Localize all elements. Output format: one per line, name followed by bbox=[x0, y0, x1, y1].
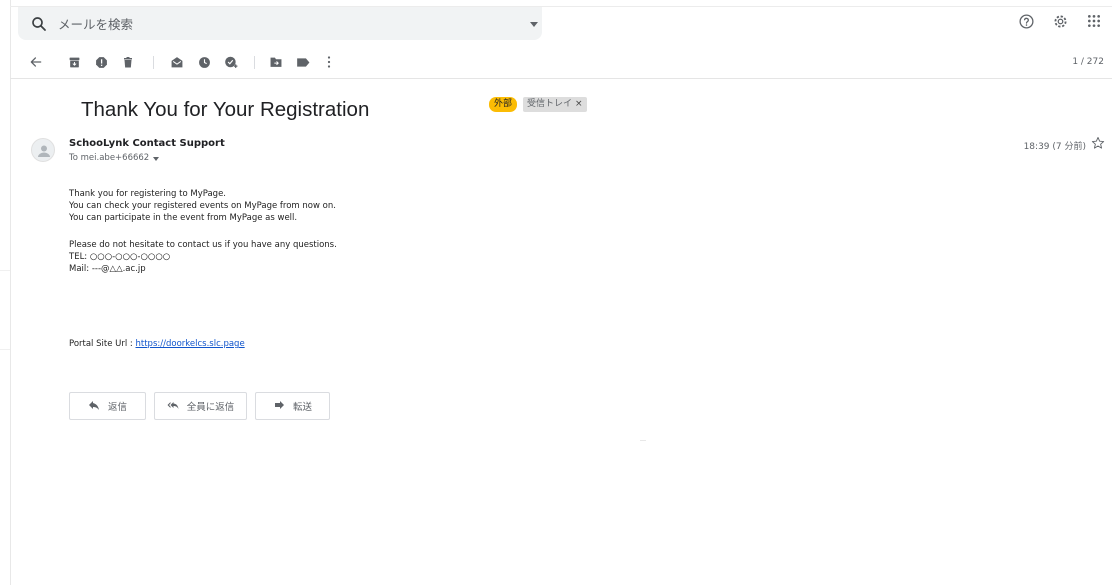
forward-icon bbox=[274, 401, 284, 409]
search-input[interactable] bbox=[58, 13, 498, 35]
archive-icon[interactable] bbox=[66, 54, 82, 70]
sender-name[interactable]: SchooLynk Contact Support bbox=[69, 138, 225, 149]
body-line: You can participate in the event from My… bbox=[69, 213, 298, 223]
remove-label-icon[interactable]: × bbox=[575, 97, 583, 112]
reply-all-button-label: 全員に返信 bbox=[186, 402, 235, 413]
inbox-label-chip[interactable]: 受信トレイ × bbox=[523, 97, 587, 112]
back-arrow-icon[interactable] bbox=[28, 54, 44, 70]
report-spam-icon[interactable] bbox=[93, 54, 109, 70]
star-icon[interactable] bbox=[1091, 136, 1105, 150]
margin-tick bbox=[0, 270, 10, 271]
reply-all-button[interactable]: 全員に返信 bbox=[154, 392, 247, 420]
email-timestamp: 18:39 (7 分前) bbox=[1023, 142, 1086, 152]
mark-unread-icon[interactable] bbox=[169, 54, 185, 70]
apps-grid-icon[interactable] bbox=[1084, 11, 1104, 31]
top-right-icons bbox=[1016, 11, 1104, 31]
search-bar[interactable] bbox=[18, 7, 542, 40]
reply-button[interactable]: 返信 bbox=[69, 392, 146, 420]
chevron-down-icon[interactable] bbox=[153, 156, 160, 161]
toolbar-divider bbox=[153, 56, 154, 69]
body-line: Thank you for registering to MyPage. bbox=[69, 189, 227, 199]
move-to-folder-icon[interactable] bbox=[268, 54, 284, 70]
external-label-badge[interactable]: 外部 bbox=[489, 97, 518, 112]
toolbar-divider bbox=[254, 56, 255, 69]
body-tel: TEL: ○○○-○○○-○○○○ bbox=[69, 252, 171, 262]
forward-button[interactable]: 転送 bbox=[255, 392, 330, 420]
body-line: Please do not hesitate to contact us if … bbox=[69, 240, 337, 250]
pagination-counter: 1 / 272 bbox=[1072, 57, 1104, 67]
search-options-chevron-icon[interactable] bbox=[530, 22, 538, 27]
email-subject: Thank You for Your Registration bbox=[81, 98, 370, 121]
trash-icon[interactable] bbox=[120, 54, 136, 70]
body-mail: Mail: ---@△△.ac.jp bbox=[69, 264, 146, 274]
message-toolbar: 1 / 272 bbox=[10, 46, 1112, 79]
reply-all-icon bbox=[167, 402, 179, 409]
help-icon[interactable] bbox=[1016, 11, 1036, 31]
portal-site-link[interactable]: https://doorkelcs.slc.page bbox=[136, 339, 245, 349]
window-left-edge bbox=[10, 0, 11, 585]
inbox-label-text: 受信トレイ bbox=[527, 99, 573, 109]
snooze-clock-icon[interactable] bbox=[196, 54, 212, 70]
reply-icon bbox=[88, 401, 99, 410]
body-line: You can check your registered events on … bbox=[69, 201, 336, 211]
recipient-details[interactable]: To mei.abe+66662 bbox=[69, 153, 160, 163]
forward-button-label: 転送 bbox=[292, 402, 312, 413]
margin-tick bbox=[0, 349, 10, 350]
divider-mark bbox=[640, 440, 646, 441]
label-icon[interactable] bbox=[295, 54, 311, 70]
search-icon[interactable] bbox=[30, 15, 48, 33]
portal-label: Portal Site Url : bbox=[69, 339, 136, 349]
add-task-icon[interactable] bbox=[223, 54, 239, 70]
gear-icon[interactable] bbox=[1050, 11, 1070, 31]
more-vertical-icon[interactable] bbox=[321, 54, 337, 70]
portal-line: Portal Site Url : https://doorkelcs.slc.… bbox=[69, 339, 245, 349]
person-avatar-icon bbox=[31, 138, 55, 162]
reply-button-label: 返信 bbox=[107, 402, 127, 413]
recipient-text: To mei.abe+66662 bbox=[69, 153, 150, 163]
